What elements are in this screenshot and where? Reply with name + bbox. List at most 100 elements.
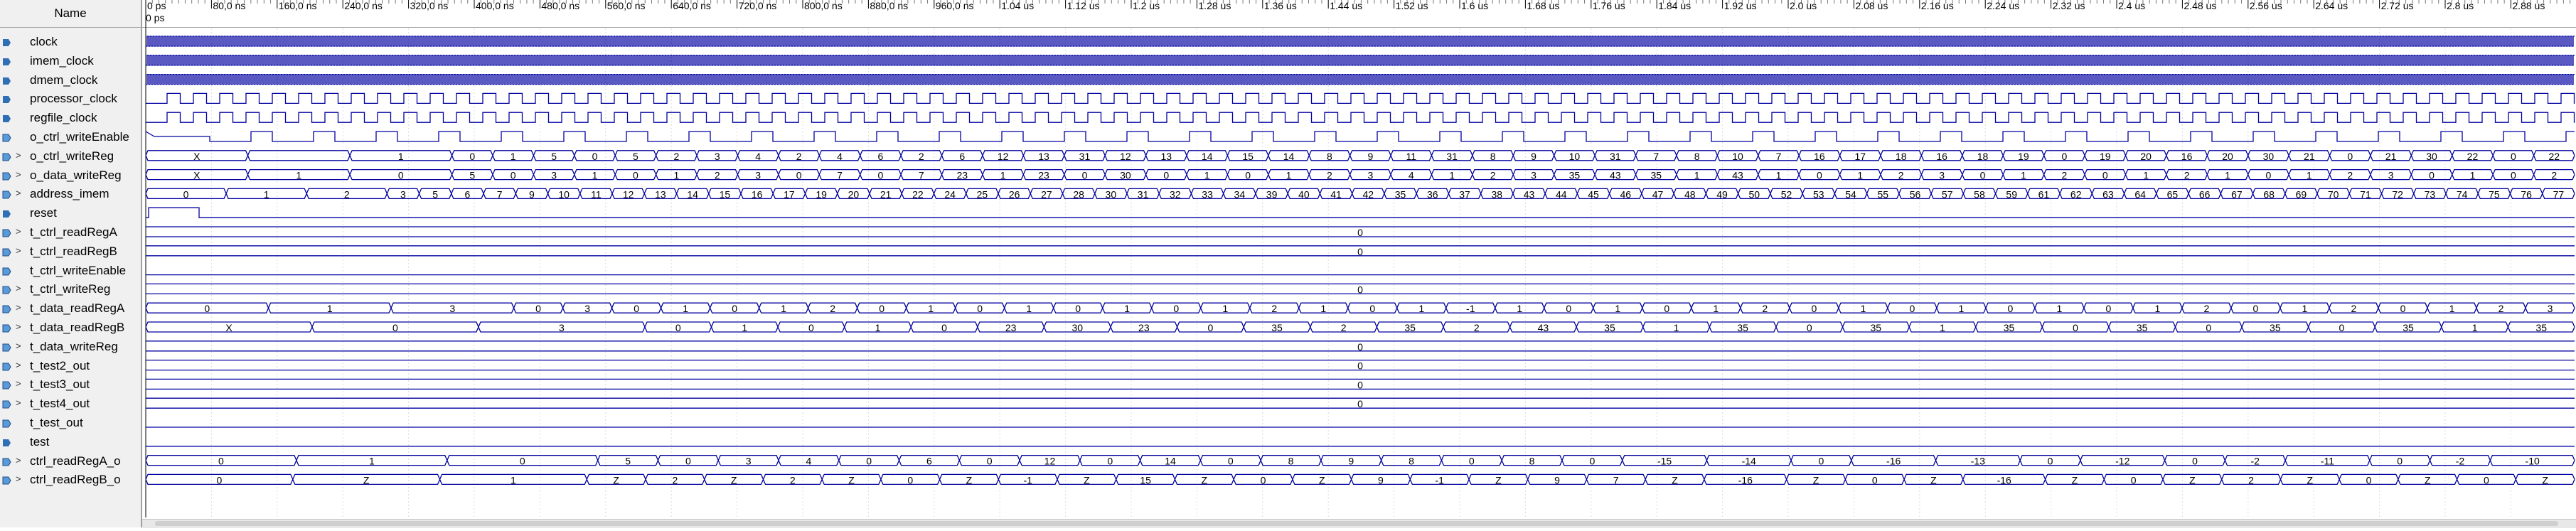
name-column-header[interactable]: Name [0, 0, 141, 28]
bus-value-label: 0 [1357, 227, 1363, 238]
expand-chevron-icon[interactable]: > [16, 245, 21, 256]
expand-chevron-icon[interactable]: > [16, 302, 21, 313]
output-signal-icon [2, 399, 11, 409]
bus-value-label: 0 [1357, 398, 1363, 409]
signal-row[interactable]: > ctrl_readRegB_o [0, 470, 141, 490]
horizontal-scrollbar[interactable] [142, 519, 2576, 528]
expand-chevron-icon[interactable]: > [16, 169, 21, 180]
input-signal-icon [2, 38, 11, 46]
signal-row[interactable]: > t_data_readRegA [0, 299, 141, 318]
signal-name: ctrl_readRegA_o [30, 454, 121, 468]
signal-row[interactable]: > ctrl_readRegA_o [0, 451, 141, 471]
signal-row[interactable]: > t_test2_out [0, 356, 141, 376]
signal-name: t_ctrl_writeReg [30, 282, 111, 296]
signal-row[interactable]: test [0, 432, 141, 452]
expand-chevron-icon[interactable]: > [16, 283, 21, 294]
signal-name: t_test2_out [30, 358, 90, 372]
output-signal-icon [2, 304, 11, 313]
clock-waveform [146, 55, 2575, 66]
expand-chevron-icon[interactable]: > [16, 455, 21, 466]
signal-row[interactable]: > t_ctrl_writeReg [0, 279, 141, 299]
signal-name: o_ctrl_writeReg [30, 149, 114, 163]
output-signal-icon [2, 267, 11, 276]
scrollbar-thumb[interactable] [155, 521, 2558, 526]
expand-chevron-icon[interactable]: > [16, 473, 21, 484]
expand-chevron-icon[interactable]: > [16, 340, 21, 351]
output-signal-icon [2, 476, 11, 485]
output-signal-icon [2, 171, 11, 181]
input-signal-icon [2, 57, 11, 65]
expand-chevron-icon[interactable]: > [16, 397, 21, 408]
signal-name: regfile_clock [30, 111, 97, 125]
output-signal-icon [2, 133, 11, 142]
signal-row[interactable]: > t_ctrl_readRegA [0, 222, 141, 242]
expand-chevron-icon[interactable]: > [16, 188, 21, 198]
signal-name: reset [30, 206, 57, 220]
expand-chevron-icon[interactable]: > [16, 226, 21, 237]
signal-name: t_data_writeReg [30, 339, 118, 353]
output-signal-icon [2, 457, 11, 466]
bus-waveform [145, 454, 2575, 466]
clock-waveform [146, 36, 2575, 47]
output-signal-icon [2, 247, 11, 257]
bus-value-label: 0 [1357, 341, 1363, 353]
signal-row[interactable]: dmem_clock [0, 70, 141, 90]
expand-chevron-icon[interactable]: > [16, 378, 21, 389]
signal-name-panel: Name clock imem_clock dmem_clock processor_… [0, 0, 142, 527]
reset-waveform [146, 207, 2575, 218]
output-signal-icon [2, 228, 11, 237]
signal-name: t_test3_out [30, 377, 90, 392]
waveform-canvas: X 1 0 1 5 0 5 2 3 4 2 4 6 2 6 12 13 31 12 13 14 15 14 8 9 11 31 8 9 1… [145, 0, 2575, 517]
signal-row[interactable]: regfile_clock [0, 108, 141, 128]
signal-name: o_data_writeReg [30, 168, 122, 182]
signal-row[interactable]: > o_ctrl_writeReg [0, 146, 141, 166]
pulse-waveform [145, 131, 2575, 142]
output-signal-icon [2, 152, 11, 161]
signal-name: processor_clock [30, 92, 117, 106]
expand-chevron-icon[interactable]: > [16, 321, 21, 332]
signal-name: t_test_out [30, 416, 83, 429]
signal-row[interactable]: reset [0, 203, 141, 223]
signal-row[interactable]: t_ctrl_writeEnable [0, 261, 141, 281]
output-signal-icon [2, 190, 11, 199]
clock-waveform [146, 73, 2575, 85]
bus-value-label: 0 [1357, 246, 1363, 257]
signal-name: t_data_readRegA [30, 301, 125, 316]
signal-name: t_ctrl_writeEnable [30, 263, 127, 277]
output-signal-icon [2, 380, 11, 390]
signal-row[interactable]: > t_test4_out [0, 394, 141, 414]
bus-value-label: 0 [1357, 360, 1363, 372]
expand-chevron-icon[interactable]: > [16, 360, 21, 370]
clock-waveform [146, 112, 2575, 123]
output-signal-icon [2, 323, 11, 333]
signal-row[interactable]: imem_clock [0, 51, 141, 71]
signal-row[interactable]: processor_clock [0, 89, 141, 109]
signal-name: address_imem [30, 187, 109, 201]
signal-row[interactable]: > t_data_readRegB [0, 318, 141, 338]
signal-name: imem_clock [30, 53, 94, 68]
signal-name: dmem_clock [30, 73, 98, 87]
signal-name: t_ctrl_readRegB [30, 244, 117, 258]
signal-row[interactable]: > address_imem [0, 184, 141, 204]
input-signal-icon [2, 76, 11, 85]
output-signal-icon [2, 343, 11, 352]
signal-row[interactable]: o_ctrl_writeEnable [0, 127, 141, 147]
signal-row[interactable]: > o_data_writeReg [0, 166, 141, 186]
output-signal-icon [2, 362, 11, 371]
signal-row[interactable]: > t_ctrl_readRegB [0, 242, 141, 262]
clock-waveform [146, 92, 2575, 104]
signal-name: t_ctrl_readRegA [30, 225, 117, 239]
signal-name: test [30, 434, 50, 449]
signal-name: ctrl_readRegB_o [30, 473, 121, 487]
input-signal-icon [2, 209, 11, 218]
signal-row[interactable]: > t_test3_out [0, 375, 141, 395]
expand-chevron-icon[interactable]: > [16, 150, 21, 161]
input-signal-icon [2, 95, 11, 104]
signal-name: t_test4_out [30, 397, 90, 411]
signal-row[interactable]: clock [0, 32, 141, 52]
signal-row[interactable]: > t_data_writeReg [0, 337, 141, 357]
bus-waveform [145, 188, 2575, 200]
signal-row[interactable]: t_test_out [0, 413, 141, 433]
bus-value-label: 0 [1357, 284, 1363, 295]
waveform-panel[interactable]: X 1 0 1 5 0 5 2 3 4 2 4 6 2 6 12 13 31 12 13 14 15 14 8 9 11 31 8 9 1… [142, 0, 2576, 527]
